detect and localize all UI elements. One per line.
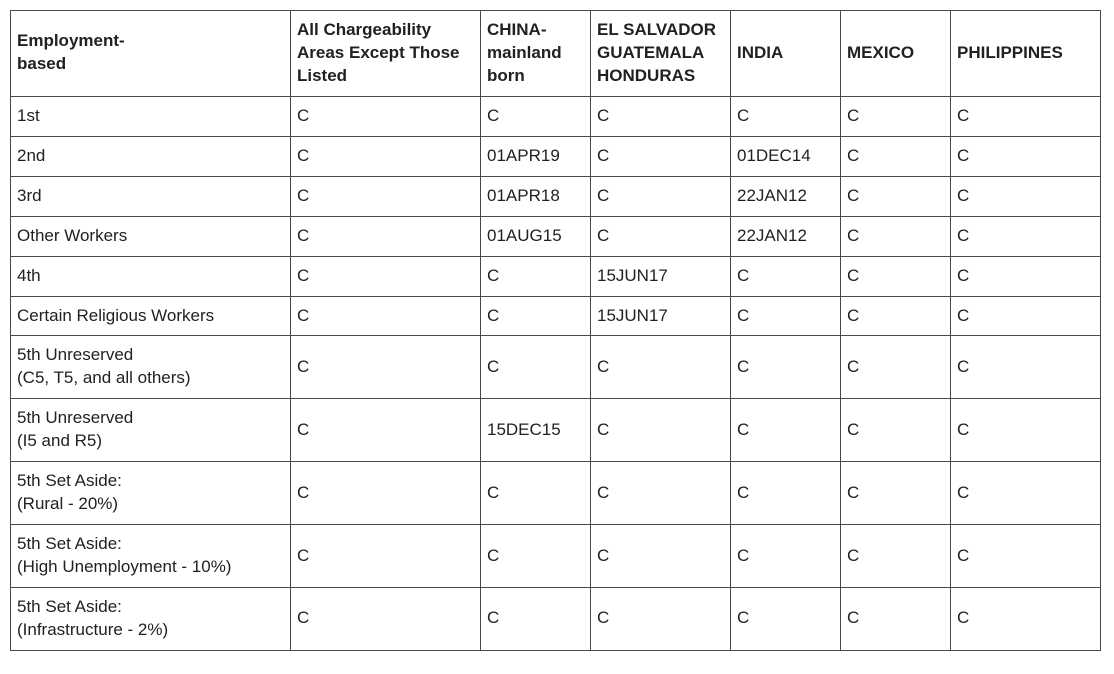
table-cell: C — [841, 136, 951, 176]
table-row: 5th Set Aside: (Rural - 20%)CCCCCC — [11, 462, 1101, 525]
col-header-employment-based: Employment- based — [11, 11, 291, 97]
table-row: 5th Unreserved (I5 and R5)C15DEC15CCCC — [11, 399, 1101, 462]
table-row: Other WorkersC01AUG15C22JAN12CC — [11, 216, 1101, 256]
row-label: Certain Religious Workers — [11, 296, 291, 336]
table-body: 1stCCCCCC2ndC01APR19C01DEC14CC3rdC01APR1… — [11, 96, 1101, 650]
table-cell: C — [291, 96, 481, 136]
table-cell: C — [591, 336, 731, 399]
row-label: 5th Set Aside: (Rural - 20%) — [11, 462, 291, 525]
table-cell: C — [841, 176, 951, 216]
table-cell: C — [841, 587, 951, 650]
table-cell: C — [291, 462, 481, 525]
table-cell: C — [291, 399, 481, 462]
col-header-india: INDIA — [731, 11, 841, 97]
col-header-philippines: PHILIPPINES — [951, 11, 1101, 97]
table-cell: C — [731, 96, 841, 136]
table-cell: C — [481, 462, 591, 525]
employment-based-visa-table: Employment- based All Chargeability Area… — [10, 10, 1101, 651]
table-cell: C — [291, 587, 481, 650]
table-row: 5th Set Aside: (High Unemployment - 10%)… — [11, 525, 1101, 588]
table-cell: C — [591, 136, 731, 176]
table-cell: C — [481, 256, 591, 296]
table-cell: 22JAN12 — [731, 176, 841, 216]
table-cell: 01APR18 — [481, 176, 591, 216]
table-cell: C — [951, 96, 1101, 136]
table-row: 1stCCCCCC — [11, 96, 1101, 136]
row-label: 1st — [11, 96, 291, 136]
table-cell: C — [591, 399, 731, 462]
table-cell: C — [841, 96, 951, 136]
row-label: 4th — [11, 256, 291, 296]
table-cell: 01DEC14 — [731, 136, 841, 176]
col-header-el-salvador: EL SALVADOR GUATEMALA HONDURAS — [591, 11, 731, 97]
table-cell: C — [591, 525, 731, 588]
table-cell: 15JUN17 — [591, 296, 731, 336]
table-cell: C — [731, 587, 841, 650]
table-cell: C — [951, 136, 1101, 176]
table-cell: C — [591, 96, 731, 136]
table-row: 5th Unreserved (C5, T5, and all others)C… — [11, 336, 1101, 399]
table-cell: C — [951, 462, 1101, 525]
table-row: 5th Set Aside: (Infrastructure - 2%)CCCC… — [11, 587, 1101, 650]
table-cell: C — [731, 525, 841, 588]
row-label: Other Workers — [11, 216, 291, 256]
table-cell: C — [591, 176, 731, 216]
table-cell: C — [841, 296, 951, 336]
table-cell: C — [481, 296, 591, 336]
table-cell: C — [291, 336, 481, 399]
row-label: 5th Set Aside: (High Unemployment - 10%) — [11, 525, 291, 588]
col-header-mexico: MEXICO — [841, 11, 951, 97]
table-cell: C — [951, 296, 1101, 336]
table-cell: C — [951, 525, 1101, 588]
table-cell: C — [951, 256, 1101, 296]
table-cell: 22JAN12 — [731, 216, 841, 256]
table-cell: C — [731, 462, 841, 525]
table-cell: C — [841, 462, 951, 525]
table-cell: C — [951, 176, 1101, 216]
table-header: Employment- based All Chargeability Area… — [11, 11, 1101, 97]
table-cell: C — [591, 587, 731, 650]
table-cell: C — [951, 216, 1101, 256]
table-cell: C — [481, 336, 591, 399]
table-cell: C — [841, 336, 951, 399]
table-cell: C — [291, 216, 481, 256]
row-label: 5th Set Aside: (Infrastructure - 2%) — [11, 587, 291, 650]
table-cell: C — [731, 256, 841, 296]
row-label: 2nd — [11, 136, 291, 176]
table-cell: 15JUN17 — [591, 256, 731, 296]
table-cell: C — [291, 256, 481, 296]
table-cell: C — [841, 216, 951, 256]
table-cell: 15DEC15 — [481, 399, 591, 462]
col-header-china: CHINA-mainland born — [481, 11, 591, 97]
table-cell: C — [841, 399, 951, 462]
table-cell: C — [841, 525, 951, 588]
table-cell: C — [291, 176, 481, 216]
table-cell: C — [731, 336, 841, 399]
table-cell: C — [291, 525, 481, 588]
table-cell: C — [481, 525, 591, 588]
table-cell: 01APR19 — [481, 136, 591, 176]
table-cell: C — [951, 587, 1101, 650]
table-cell: C — [291, 136, 481, 176]
table-row: Certain Religious WorkersCC15JUN17CCC — [11, 296, 1101, 336]
table-cell: C — [481, 96, 591, 136]
col-header-all-chargeability: All Chargeability Areas Except Those Lis… — [291, 11, 481, 97]
row-label: 5th Unreserved (C5, T5, and all others) — [11, 336, 291, 399]
table-cell: C — [731, 399, 841, 462]
row-label: 3rd — [11, 176, 291, 216]
table-cell: C — [841, 256, 951, 296]
table-cell: C — [951, 399, 1101, 462]
table-row: 3rdC01APR18C22JAN12CC — [11, 176, 1101, 216]
row-label: 5th Unreserved (I5 and R5) — [11, 399, 291, 462]
table-row: 2ndC01APR19C01DEC14CC — [11, 136, 1101, 176]
table-cell: C — [481, 587, 591, 650]
table-cell: C — [591, 216, 731, 256]
table-cell: C — [591, 462, 731, 525]
table-row: 4thCC15JUN17CCC — [11, 256, 1101, 296]
table-cell: C — [291, 296, 481, 336]
table-cell: C — [731, 296, 841, 336]
table-cell: 01AUG15 — [481, 216, 591, 256]
table-cell: C — [951, 336, 1101, 399]
